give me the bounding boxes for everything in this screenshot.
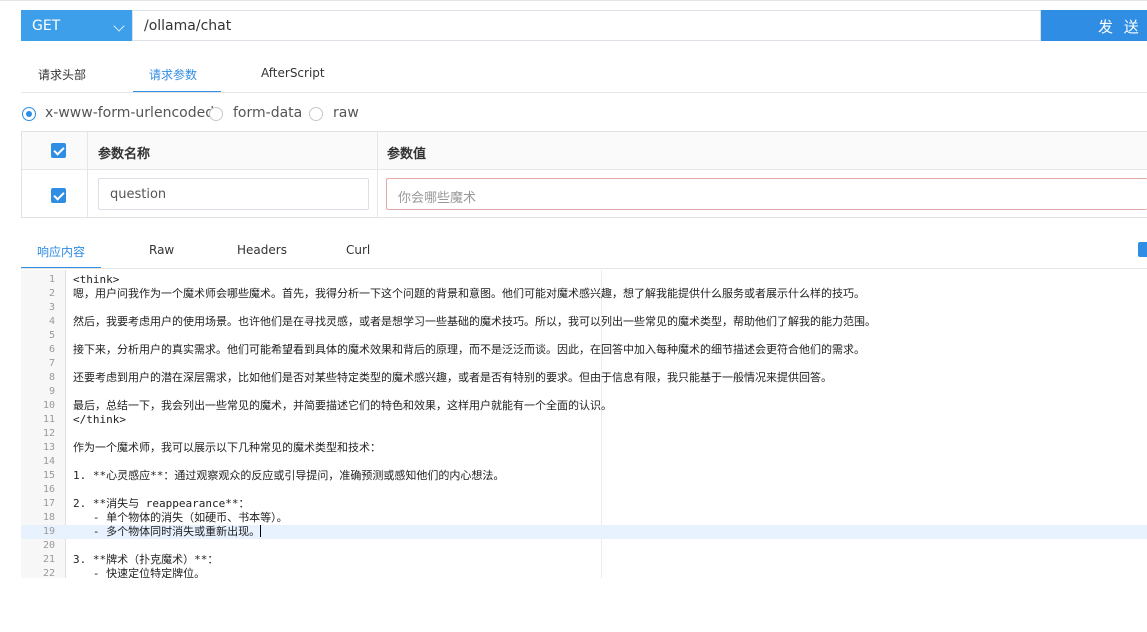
line-number: 13 (42, 442, 55, 453)
tab-headers[interactable]: Headers (237, 243, 287, 257)
line-number: 4 (48, 316, 55, 327)
top-border (0, 0, 1147, 1)
text-caret (260, 525, 262, 537)
format-checkbox[interactable] (1138, 242, 1147, 257)
code-line[interactable]: 13 作为一个魔术师，我可以展示以下几种常见的魔术类型和技术： (21, 441, 1147, 455)
param-value-placeholder: 你会哪些魔术 (398, 191, 477, 206)
code-line[interactable]: 6 接下来，分析用户的真实需求。他们可能希望看到具体的魔术效果和背后的原理，而不是… (21, 343, 1147, 357)
radio-form-data[interactable] (209, 107, 223, 121)
tab-afterscript[interactable]: AfterScript (261, 66, 325, 80)
code-line[interactable]: 18 - 单个物体的消失（如硬币、书本等）。 (21, 511, 1147, 525)
method-select[interactable]: GET (21, 10, 132, 41)
line-number: 14 (42, 456, 55, 467)
params-table-header (22, 132, 1147, 170)
code-line[interactable]: 2 嗯，用户问我作为一个魔术师会哪些魔术。首先，我得分析一下这个问题的背景和意图。… (21, 287, 1147, 301)
send-label: 发 送 (1098, 18, 1142, 36)
col-divider (377, 132, 378, 217)
chevron-down-icon (113, 20, 125, 32)
code-text: 2. **消失与 reappearance**： (73, 497, 250, 510)
code-line[interactable]: 12 (21, 427, 1147, 441)
code-line[interactable]: 21 3. **牌术（扑克魔术）**： (21, 553, 1147, 567)
line-number: 10 (42, 400, 55, 411)
code-text: 还要考虑到用户的潜在深层需求，比如他们是否对某些特定类型的魔术感兴趣，或者是否有… (73, 371, 832, 384)
code-text: - 多个物体同时消失或重新出现。 (73, 525, 262, 538)
param-name-value: question (110, 187, 167, 202)
line-number: 15 (42, 470, 55, 481)
line-number: 18 (42, 512, 55, 523)
line-number: 5 (48, 330, 55, 341)
param-name-input[interactable]: question (98, 178, 369, 210)
code-text: 最后，总结一下，我会列出一些常见的魔术，并简要描述它们的特色和效果，这样用户就能… (73, 399, 612, 412)
line-number: 2 (48, 288, 55, 299)
code-line[interactable]: 16 (21, 483, 1147, 497)
code-line[interactable]: 14 (21, 455, 1147, 469)
code-line[interactable]: 17 2. **消失与 reappearance**： (21, 497, 1147, 511)
code-line[interactable]: 8 还要考虑到用户的潜在深层需求，比如他们是否对某些特定类型的魔术感兴趣，或者是否… (21, 371, 1147, 385)
tab-raw[interactable]: Raw (149, 243, 174, 257)
code-line[interactable]: 3 (21, 301, 1147, 315)
code-line[interactable]: 1 <think> (21, 273, 1147, 287)
request-tabs-divider (21, 92, 1147, 93)
line-number: 17 (42, 498, 55, 509)
response-tabs-divider (21, 268, 1147, 269)
row-checkbox[interactable] (51, 188, 66, 203)
code-text: 作为一个魔术师，我可以展示以下几种常见的魔术类型和技术： (73, 441, 381, 454)
code-text: 嗯，用户问我作为一个魔术师会哪些魔术。首先，我得分析一下这个问题的背景和意图。他… (73, 287, 865, 300)
code-line[interactable]: 9 (21, 385, 1147, 399)
line-number: 8 (48, 372, 55, 383)
code-text: 接下来，分析用户的真实需求。他们可能希望看到具体的魔术效果和背后的原理，而不是泛… (73, 343, 865, 356)
radio-urlencoded-label: x-www-form-urlencoded (45, 105, 215, 121)
line-number: 11 (42, 414, 55, 425)
code-text: 3. **牌术（扑克魔术）**： (73, 553, 219, 566)
radio-form-data-label: form-data (233, 105, 303, 121)
code-text: - 单个物体的消失（如硬币、书本等）。 (73, 511, 288, 524)
line-number: 19 (42, 526, 55, 537)
code-line[interactable]: 20 (21, 539, 1147, 553)
line-number: 22 (42, 568, 55, 578)
code-text: </think> (73, 413, 126, 426)
code-line[interactable]: 5 (21, 329, 1147, 343)
tab-curl[interactable]: Curl (346, 243, 370, 257)
param-value-header: 参数值 (387, 147, 427, 162)
method-label: GET (32, 18, 61, 34)
line-number: 12 (42, 428, 55, 439)
tab-response-content[interactable]: 响应内容 (37, 243, 85, 260)
line-number: 3 (48, 302, 55, 313)
code-line[interactable]: 11 </think> (21, 413, 1147, 427)
code-line[interactable]: 10 最后，总结一下，我会列出一些常见的魔术，并简要描述它们的特色和效果，这样用户… (21, 399, 1147, 413)
code-line[interactable]: 15 1. **心灵感应**：通过观察观众的反应或引导提问，准确预测或感知他们的内… (21, 469, 1147, 483)
line-number: 9 (48, 386, 55, 397)
code-line[interactable]: 19 - 多个物体同时消失或重新出现。 (21, 525, 1147, 539)
select-all-checkbox[interactable] (51, 143, 66, 158)
radio-urlencoded[interactable] (22, 107, 36, 121)
line-number: 16 (42, 484, 55, 495)
code-line[interactable]: 4 然后，我要考虑用户的使用场景。也许他们是在寻找灵感，或者是想学习一些基础的魔术… (21, 315, 1147, 329)
tab-request-headers[interactable]: 请求头部 (38, 66, 86, 83)
param-value-input[interactable]: 你会哪些魔术 (386, 178, 1147, 210)
radio-raw[interactable] (309, 107, 323, 121)
tab-request-params[interactable]: 请求参数 (149, 66, 197, 83)
code-text: - 快速定位特定牌位。 (73, 567, 206, 578)
line-number: 7 (48, 358, 55, 369)
col-divider (87, 132, 88, 217)
code-line[interactable]: 7 (21, 357, 1147, 371)
url-text: /ollama/chat (144, 18, 232, 34)
line-number: 20 (42, 540, 55, 551)
code-text: <think> (73, 273, 120, 286)
response-editor[interactable]: 1 <think> 2 嗯，用户问我作为一个魔术师会哪些魔术。首先，我得分析一下这个问… (21, 270, 1147, 578)
url-input[interactable]: /ollama/chat (132, 10, 1041, 41)
param-name-header: 参数名称 (98, 147, 151, 162)
line-number: 1 (48, 274, 55, 285)
code-text: 然后，我要考虑用户的使用场景。也许他们是在寻找灵感，或者是想学习一些基础的魔术技… (73, 315, 876, 328)
send-button[interactable]: 发 送 (1041, 10, 1147, 41)
code-line[interactable]: 22 - 快速定位特定牌位。 (21, 567, 1147, 578)
line-number: 6 (48, 344, 55, 355)
radio-raw-label: raw (333, 105, 359, 121)
code-text: 1. **心灵感应**：通过观察观众的反应或引导提问，准确预测或感知他们的内心想… (73, 469, 505, 482)
line-number: 21 (42, 554, 55, 565)
